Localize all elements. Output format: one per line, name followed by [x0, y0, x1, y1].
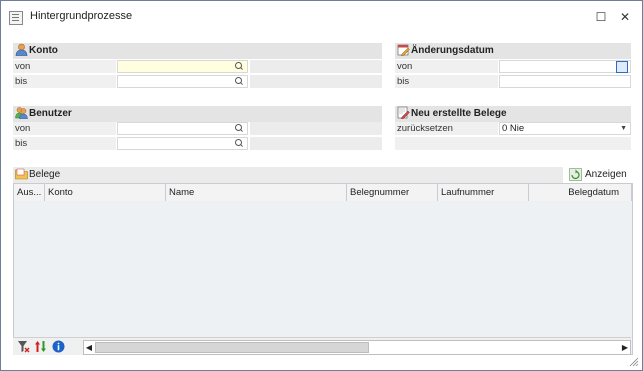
aenderungsdatum-title: Änderungsdatum: [411, 45, 494, 56]
window: Hintergrundprozesse ☐ ✕ Konto von bis Be…: [0, 0, 643, 371]
grid-footer: ◀ ▶: [13, 337, 631, 355]
folder-icon: [15, 168, 28, 180]
benutzer-bis-input[interactable]: [117, 137, 248, 150]
sort-icon[interactable]: [34, 340, 47, 353]
belege-title: Belege: [29, 169, 61, 180]
benutzer-bis-spacer: [250, 137, 382, 150]
konto-von-input[interactable]: [117, 60, 248, 73]
anzeigen-label: Anzeigen: [585, 169, 627, 180]
search-icon[interactable]: [235, 62, 242, 69]
window-title: Hintergrundprozesse: [30, 10, 133, 22]
chevron-down-icon[interactable]: ▼: [620, 123, 627, 134]
aenderungsdatum-von-label: von: [395, 60, 498, 73]
info-icon[interactable]: [52, 340, 65, 353]
title-bar: Hintergrundprozesse ☐ ✕: [1, 1, 642, 33]
konto-von-label: von: [13, 60, 116, 73]
calendar-picker-icon[interactable]: [616, 61, 628, 73]
neu-belege-reset-label: zurücksetzen: [395, 122, 498, 135]
benutzer-von-label: von: [13, 122, 116, 135]
search-icon[interactable]: [235, 77, 242, 84]
scroll-right-icon[interactable]: ▶: [620, 341, 630, 354]
search-icon[interactable]: [235, 139, 242, 146]
refresh-icon: [569, 168, 582, 181]
aenderungsdatum-bis-input[interactable]: [499, 75, 631, 88]
aenderungsdatum-bis-label: bis: [395, 75, 498, 88]
konto-title: Konto: [29, 45, 58, 56]
calendar-edit-icon: [397, 44, 410, 56]
column-header-belegdatum[interactable]: Belegdatum: [529, 184, 632, 201]
benutzer-von-input[interactable]: [117, 122, 248, 135]
neu-belege-spacer: [395, 137, 631, 150]
resize-grip-icon[interactable]: [628, 356, 639, 367]
belege-section-bar: [13, 167, 563, 183]
benutzer-title: Benutzer: [29, 108, 72, 119]
konto-von-spacer: [250, 60, 382, 73]
maximize-button[interactable]: ☐: [591, 7, 611, 27]
user-icon: [15, 43, 28, 56]
benutzer-von-spacer: [250, 122, 382, 135]
neu-belege-title: Neu erstellte Belege: [411, 108, 507, 119]
column-header-aus[interactable]: Aus...: [14, 184, 45, 201]
column-header-belegnummer[interactable]: Belegnummer: [347, 184, 438, 201]
filter-icon[interactable]: [17, 340, 30, 353]
search-icon[interactable]: [235, 124, 242, 131]
column-header-laufnummer[interactable]: Laufnummer: [438, 184, 529, 201]
belege-grid[interactable]: Aus... Konto Name Belegnummer Laufnummer…: [13, 183, 633, 355]
users-icon: [15, 107, 28, 119]
scroll-left-icon[interactable]: ◀: [84, 341, 94, 354]
scroll-thumb[interactable]: [95, 342, 369, 353]
neu-belege-reset-value: 0 Nie: [502, 123, 525, 134]
konto-bis-spacer: [250, 75, 382, 88]
horizontal-scrollbar[interactable]: ◀ ▶: [83, 340, 631, 355]
anzeigen-button[interactable]: Anzeigen: [569, 167, 631, 183]
document-new-icon: [397, 106, 410, 119]
column-header-name[interactable]: Name: [166, 184, 347, 201]
konto-bis-label: bis: [13, 75, 116, 88]
column-header-konto[interactable]: Konto: [45, 184, 166, 201]
benutzer-bis-label: bis: [13, 137, 116, 150]
aenderungsdatum-von-input[interactable]: [499, 60, 631, 73]
konto-section-bar: [13, 43, 382, 59]
app-icon: [9, 11, 23, 25]
neu-belege-reset-select[interactable]: 0 Nie ▼: [499, 122, 631, 135]
close-button[interactable]: ✕: [615, 7, 635, 27]
konto-bis-input[interactable]: [117, 75, 248, 88]
